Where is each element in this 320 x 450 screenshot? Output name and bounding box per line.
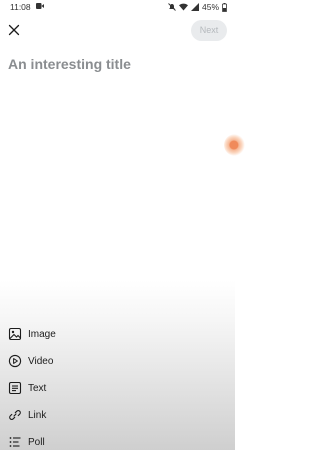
post-type-link[interactable]: Link [0,404,235,426]
screen-record-icon [36,3,44,9]
battery-icon [222,2,227,12]
panel-fade [0,280,235,320]
next-button[interactable]: Next [191,20,227,41]
status-icons: 45% [168,2,227,12]
post-type-image[interactable]: Image [0,323,235,345]
header: Next [0,18,235,42]
post-type-video[interactable]: Video [0,350,235,372]
text-icon [8,381,22,395]
mute-icon [168,3,176,11]
post-type-poll[interactable]: Poll [0,431,235,450]
post-type-label: Text [28,382,47,394]
close-icon[interactable] [6,22,22,38]
post-type-label: Link [28,409,47,421]
image-icon [8,327,22,341]
status-bar: 11:08 45% [0,0,235,14]
poll-icon [9,437,21,447]
wifi-icon [178,3,188,11]
status-time: 11:08 [10,2,31,12]
post-type-label: Poll [28,436,45,448]
title-input[interactable] [8,53,223,75]
post-type-label: Image [28,328,56,340]
post-type-list: Image Video Text Link Poll [0,320,235,450]
signal-icon [190,3,199,11]
floating-handle[interactable] [224,134,246,156]
battery-percent: 45% [201,2,219,12]
link-icon [9,410,21,420]
post-type-label: Video [28,355,54,367]
post-type-text[interactable]: Text [0,377,235,399]
video-icon [8,354,22,368]
